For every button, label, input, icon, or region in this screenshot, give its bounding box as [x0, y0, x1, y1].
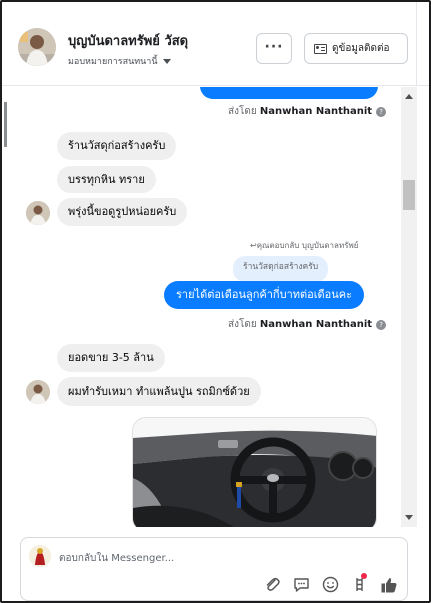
caret-down-icon	[162, 59, 171, 64]
agent-name: Nanwhan Nanthanit	[259, 106, 373, 117]
message-thread: ส่งโดย Nanwhan Nanthanit? ร้านวัสดุก่อสร…	[2, 87, 429, 527]
reply-composer[interactable]: ตอบกลับใน Messenger...	[20, 537, 408, 601]
incoming-message[interactable]: บรรทุกหิน ทราย	[57, 166, 156, 193]
sent-by-label: ส่งโดย Nanwhan Nanthanit?	[228, 317, 387, 332]
incoming-message[interactable]: ร้านวัสดุก่อสร้างครับ	[57, 132, 177, 160]
contact-mini-avatar[interactable]	[26, 380, 50, 404]
incoming-message[interactable]: ผมทำรับเหมา ทำแพล้นปูน รถมิกซ์ด้วย	[57, 377, 261, 406]
contact-name[interactable]: บุญบันดาลทรัพย์ วัสดุ	[68, 30, 188, 51]
sent-by-label: ส่งโดย Nanwhan Nanthanit?	[228, 104, 387, 119]
agent-name: Nanwhan Nanthanit	[259, 319, 373, 330]
outgoing-message-partial[interactable]	[200, 87, 378, 99]
quoted-message[interactable]: ร้านวัสดุก่อสร้างครับ	[233, 256, 329, 282]
reply-context-note: ↩คุณตอบกลับ บุญบันดาลทรัพย์	[250, 241, 359, 250]
view-contact-label: ดูข้อมูลติดต่อ	[332, 43, 390, 54]
scroll-up-arrow-icon[interactable]	[405, 94, 413, 99]
composer-toolbar	[264, 573, 397, 593]
reply-input[interactable]: ตอบกลับใน Messenger...	[59, 551, 174, 566]
more-options-button[interactable]: ···	[256, 33, 292, 64]
emoji-icon[interactable]	[322, 576, 339, 593]
contact-mini-avatar[interactable]	[26, 201, 50, 225]
conversation-header: บุญบันดาลทรัพย์ วัสดุ มอบหมายการสนทนานี้…	[2, 2, 429, 86]
scrollbar-thumb[interactable]	[403, 180, 415, 210]
incoming-message[interactable]: พรุ่งนี้ขอดูรูปหน่อยครับ	[57, 198, 188, 226]
attachment-icon[interactable]	[264, 576, 281, 593]
contact-avatar[interactable]	[18, 28, 56, 66]
messenger-conversation-window: บุญบันดาลทรัพย์ วัสดุ มอบหมายการสนทนานี้…	[0, 0, 431, 603]
incoming-message[interactable]: ยอดขาย 3-5 ล้าน	[57, 344, 165, 372]
outgoing-message[interactable]: รายได้ต่อเดือนลูกค้ากี่บาทต่อเดือนคะ	[164, 281, 365, 309]
contact-card-icon	[314, 43, 327, 54]
help-icon[interactable]: ?	[376, 320, 387, 330]
thread-scrollbar[interactable]	[401, 87, 417, 527]
notification-dot	[361, 573, 367, 579]
apps-icon[interactable]	[351, 573, 368, 593]
view-contact-button[interactable]: ดูข้อมูลติดต่อ	[304, 33, 408, 64]
like-icon[interactable]	[380, 576, 397, 593]
page-avatar	[29, 545, 51, 567]
scroll-down-arrow-icon[interactable]	[405, 515, 413, 520]
help-icon[interactable]: ?	[376, 107, 387, 117]
more-icon: ···	[264, 39, 284, 55]
header-divider	[416, 2, 417, 86]
assign-label: มอบหมายการสนทนานี้	[68, 57, 158, 67]
saved-reply-icon[interactable]	[293, 576, 310, 593]
left-edge-marker	[4, 102, 7, 147]
reply-icon: ↩	[250, 241, 257, 250]
image-attachment-car-interior[interactable]	[132, 417, 377, 527]
assign-conversation-dropdown[interactable]: มอบหมายการสนทนานี้	[68, 54, 171, 68]
